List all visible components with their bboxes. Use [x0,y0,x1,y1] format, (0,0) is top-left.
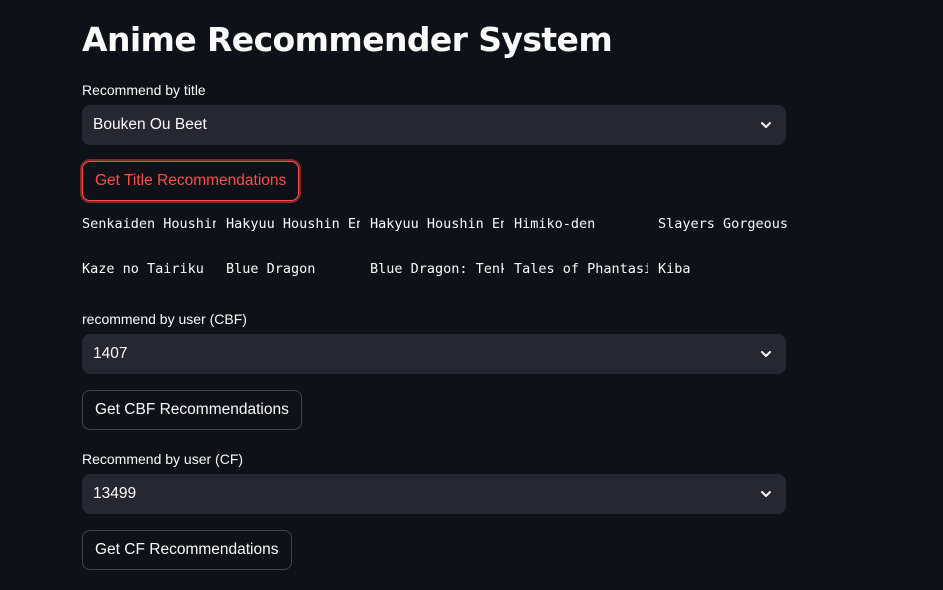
result-cell: Slayers Gorgeous [658,216,789,232]
result-cell: Hakyuu Houshin Engi [226,216,360,232]
title-select-value: Bouken Ou Beet [93,116,207,133]
chevron-down-icon [761,351,771,357]
cbf-select-label: recommend by user (CBF) [82,311,247,327]
title-select-label: Recommend by title [82,82,206,98]
result-cell: Kaze no Tairiku [82,261,204,277]
result-cell: Blue Dragon [226,261,316,277]
cf-user-select[interactable]: 13499 [82,474,786,514]
result-cell: Tales of Phantasia [514,261,648,277]
title-select[interactable]: Bouken Ou Beet [82,105,786,145]
title-results-grid: Senkaiden Houshin Engi Hakyuu Houshin En… [82,215,802,278]
cf-user-select-value: 13499 [93,485,137,502]
cbf-user-select-value: 1407 [93,345,128,362]
cf-select-label: Recommend by user (CF) [82,451,244,467]
page-title: Anime Recommender System [82,20,613,59]
result-cell: Kiba [658,261,691,277]
chevron-down-icon [761,491,771,497]
result-cell: Senkaiden Houshin Engi [82,216,216,232]
get-cbf-recommendations-button[interactable]: Get CBF Recommendations [82,390,302,430]
get-cf-recommendations-button[interactable]: Get CF Recommendations [82,530,292,570]
result-cell: Himiko-den [514,216,596,232]
get-title-recommendations-button[interactable]: Get Title Recommendations [82,161,300,201]
result-cell: Blue Dragon: Tenkai no Shichi Ryuu [370,261,504,277]
cbf-user-select[interactable]: 1407 [82,334,786,374]
chevron-down-icon [761,122,771,128]
result-cell: Hakyuu Houshin Engi [370,216,504,232]
